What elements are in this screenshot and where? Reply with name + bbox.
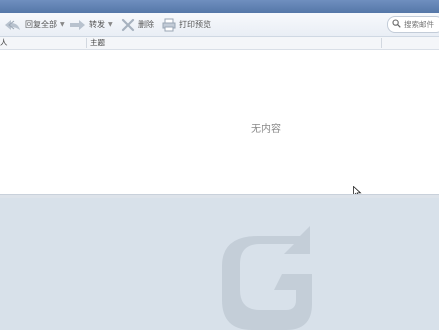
print-preview-button[interactable]: 打印预览 — [162, 15, 211, 34]
delete-label: 删除 — [138, 20, 154, 29]
forward-label: 转发 — [89, 20, 105, 29]
forward-icon — [69, 18, 86, 32]
column-header-from[interactable]: 人 — [0, 38, 86, 48]
column-header-subject[interactable]: 主题 — [90, 38, 380, 48]
reading-pane — [0, 198, 439, 330]
toolbar: 回复全部 ▼ 转发 ▼ 删除 打印预览 — [0, 13, 439, 37]
print-preview-label: 打印预览 — [179, 20, 211, 29]
search-box[interactable] — [387, 16, 439, 33]
window-titlebar — [0, 0, 439, 13]
delete-button[interactable]: 删除 — [121, 15, 154, 34]
reply-all-button[interactable]: 回复全部 ▼ — [4, 15, 65, 34]
empty-list-message: 无内容 — [251, 124, 281, 135]
reply-all-dropdown-icon[interactable]: ▼ — [60, 21, 65, 28]
print-icon — [162, 18, 176, 32]
message-list[interactable]: 无内容 — [0, 50, 439, 194]
search-input[interactable] — [401, 20, 439, 29]
message-list-header: 人 主题 — [0, 37, 439, 50]
column-divider[interactable] — [86, 38, 87, 48]
forward-dropdown-icon[interactable]: ▼ — [108, 21, 113, 28]
column-divider[interactable] — [381, 38, 382, 48]
delete-icon — [121, 18, 135, 32]
reply-all-label: 回复全部 — [25, 20, 57, 29]
reply-all-icon — [4, 18, 22, 32]
app-logo — [222, 226, 312, 334]
search-icon[interactable] — [392, 19, 401, 30]
forward-button[interactable]: 转发 ▼ — [69, 15, 113, 34]
